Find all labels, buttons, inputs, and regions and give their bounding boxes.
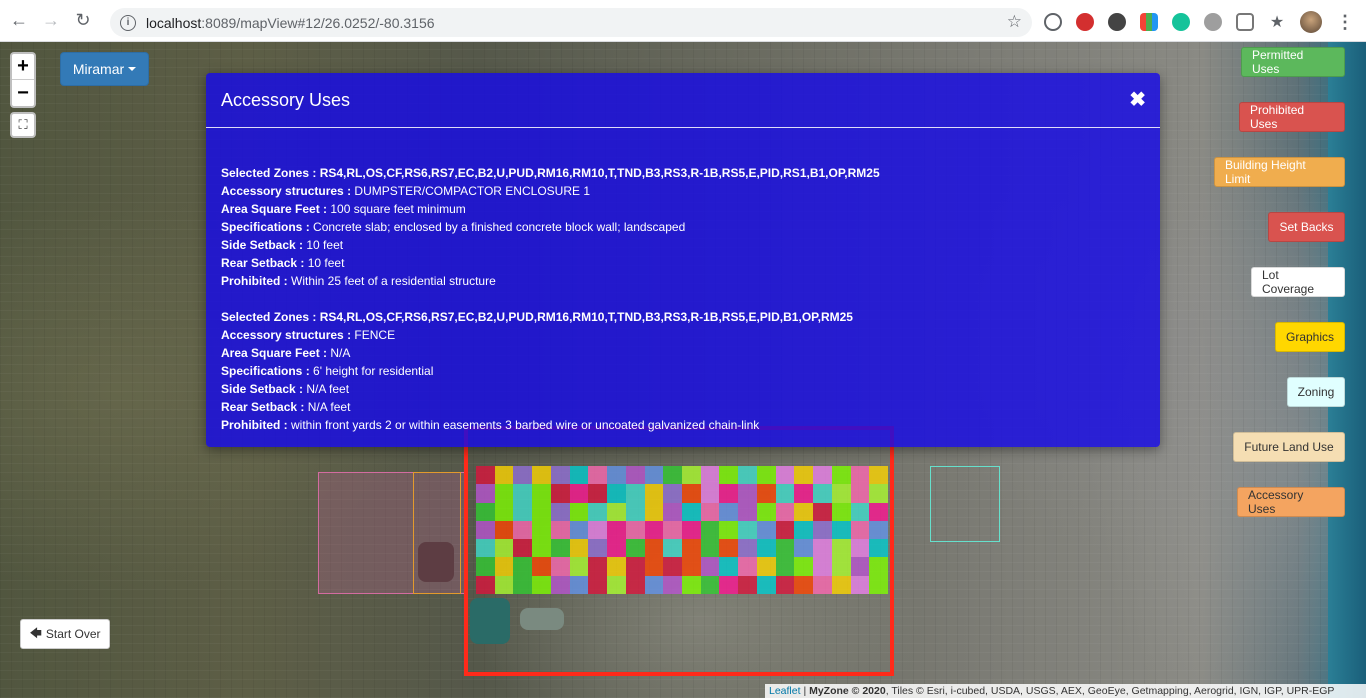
layer-button-accessory-uses[interactable]: Accessory Uses — [1237, 487, 1345, 517]
modal-header: Accessory Uses ✖ — [206, 73, 1160, 128]
map-attribution: Leaflet | MyZone © 2020, Tiles © Esri, i… — [765, 684, 1366, 698]
city-boundary — [464, 426, 894, 676]
layer-button-lot-coverage[interactable]: Lot Coverage — [1251, 267, 1345, 297]
zone-polygon[interactable] — [413, 472, 461, 594]
specifications: 6' height for residential — [313, 364, 434, 378]
zone-polygon[interactable] — [930, 466, 1000, 542]
accessory-entry: Selected Zones : RS4,RL,OS,CF,RS6,RS7,EC… — [221, 310, 853, 432]
city-dropdown-label: Miramar — [72, 61, 125, 77]
side-setback: 10 feet — [306, 238, 344, 252]
grammarly-extension-icon[interactable] — [1172, 13, 1190, 31]
tiles-credit: , Tiles © Esri, i-cubed, USDA, USGS, AEX… — [885, 685, 1335, 697]
adblock-extension-icon[interactable] — [1076, 13, 1094, 31]
area-square-feet: N/A — [330, 346, 351, 360]
modal-title: Accessory Uses — [221, 89, 351, 110]
url-text: localhost:8089/mapView#12/26.0252/-80.31… — [146, 14, 435, 31]
profile-avatar[interactable] — [1300, 11, 1322, 33]
site-info-icon[interactable]: i — [120, 14, 136, 31]
accessory-structure: DUMPSTER/COMPACTOR ENCLOSURE 1 — [354, 184, 590, 198]
layer-button-building-height-limit[interactable]: Building Height Limit — [1214, 157, 1345, 187]
modal-body: Selected Zones : RS4,RL,OS,CF,RS6,RS7,EC… — [206, 128, 1160, 434]
zoom-out-button[interactable]: − — [12, 80, 34, 106]
selected-zones: RS4,RL,OS,CF,RS6,RS7,EC,B2,U,PUD,RM16,RM… — [319, 166, 880, 180]
accessory-structure: FENCE — [354, 328, 396, 342]
selected-zones: RS4,RL,OS,CF,RS6,RS7,EC,B2,U,PUD,RM16,RM… — [319, 310, 853, 324]
area-square-feet: 100 square feet minimum — [330, 202, 466, 216]
leaflet-link[interactable]: Leaflet — [769, 685, 801, 697]
circle-extension-icon[interactable] — [1204, 13, 1222, 31]
bookmark-star-icon[interactable]: ☆ — [1007, 12, 1022, 32]
prohibited: within front yards 2 or within easements… — [291, 418, 760, 432]
rear-setback: 10 feet — [307, 256, 345, 270]
side-setback: N/A feet — [306, 382, 350, 396]
layer-button-permitted-uses[interactable]: Permitted Uses — [1241, 47, 1345, 77]
dark-mode-extension-icon[interactable] — [1044, 13, 1062, 31]
color-grid-extension-icon[interactable] — [1140, 13, 1158, 31]
specifications: Concrete slab; enclosed by a finished co… — [313, 220, 686, 234]
browser-toolbar: ← → ↻ i localhost:8089/mapView#12/26.025… — [0, 0, 1366, 42]
forward-arrow-icon[interactable]: → — [38, 8, 64, 34]
bracket-extension-icon[interactable] — [1236, 13, 1254, 31]
prohibited: Within 25 feet of a residential structur… — [291, 274, 496, 288]
fullscreen-icon[interactable]: ⛶ — [10, 112, 36, 138]
start-over-label: Start Over — [45, 627, 101, 641]
layer-button-set-backs[interactable]: Set Backs — [1268, 212, 1345, 242]
accessory-uses-modal: Accessory Uses ✖ Selected Zones : RS4,RL… — [206, 73, 1160, 447]
myzone-credit: MyZone © 2020 — [809, 685, 886, 697]
start-over-button[interactable]: 🡄 Start Over — [20, 619, 110, 649]
rear-setback: N/A feet — [307, 400, 351, 414]
layer-button-zoning[interactable]: Zoning — [1287, 377, 1345, 407]
layer-button-prohibited-uses[interactable]: Prohibited Uses — [1239, 102, 1345, 132]
reload-icon[interactable]: ↻ — [70, 8, 96, 34]
layer-button-graphics[interactable]: Graphics — [1275, 322, 1345, 352]
browser-menu-icon[interactable]: ⋮ — [1336, 12, 1354, 33]
layer-button-future-land-use[interactable]: Future Land Use — [1233, 432, 1345, 462]
zoom-control: + − — [10, 52, 36, 108]
caret-down-icon — [128, 67, 137, 71]
ocean-area — [1328, 42, 1366, 698]
extensions-puzzle-icon[interactable]: ★ — [1268, 13, 1286, 31]
address-bar[interactable]: i localhost:8089/mapView#12/26.0252/-80.… — [110, 8, 1032, 37]
zoom-in-button[interactable]: + — [12, 54, 34, 80]
city-dropdown-button[interactable]: Miramar — [60, 52, 149, 86]
close-icon[interactable]: ✖ — [1129, 87, 1146, 112]
arrow-left-icon: 🡄 — [29, 625, 42, 640]
download-extension-icon[interactable] — [1108, 13, 1126, 31]
accessory-entry: Selected Zones : RS4,RL,OS,CF,RS6,RS7,EC… — [221, 166, 880, 288]
back-arrow-icon[interactable]: ← — [6, 8, 32, 34]
